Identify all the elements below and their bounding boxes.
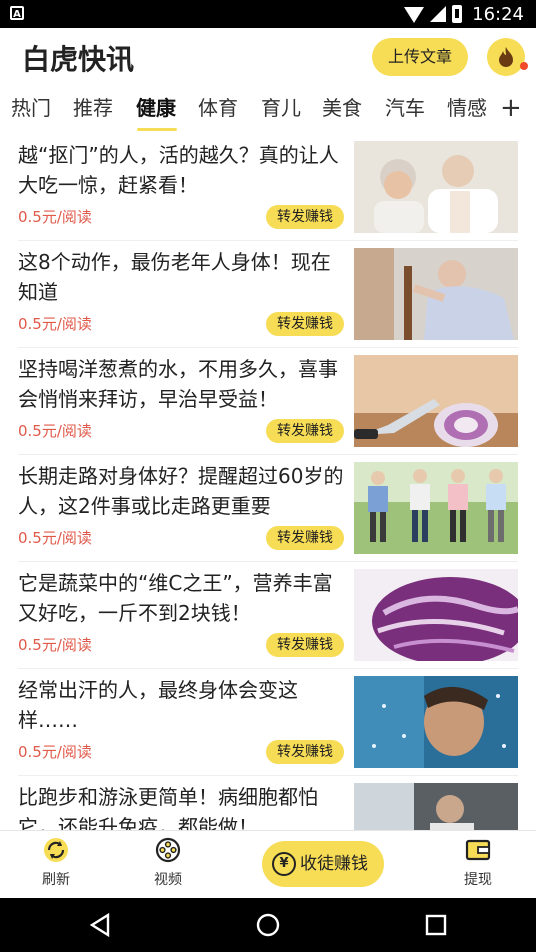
nav-video-label: 视频 [154,872,182,888]
notification-dot [520,62,528,70]
article-title[interactable]: 经常出汗的人，最终身体会变这样…… [18,675,344,735]
status-bar: A 16:24 [0,0,536,28]
nav-refresh-label: 刷新 [42,872,70,888]
fire-button[interactable] [487,38,525,76]
upload-article-button[interactable]: 上传文章 [372,38,468,76]
battery-icon [452,5,463,23]
yen-icon: ¥ [272,852,296,876]
nav-withdraw-label: 提现 [464,872,492,888]
share-earn-button[interactable]: 转发赚钱 [266,740,344,764]
add-tab-button[interactable]: + [500,90,522,126]
wallet-icon [465,839,491,861]
tab-sports[interactable]: 体育 [198,90,238,126]
article-title[interactable]: 坚持喝洋葱煮的水，不用多久，喜事会悄悄来拜访，早治早受益！ [18,354,344,414]
article-item[interactable]: 坚持喝洋葱煮的水，不用多久，喜事会悄悄来拜访，早治早受益！ 0.5元/阅读 转发… [0,348,536,455]
article-thumbnail[interactable] [354,783,518,830]
article-title[interactable]: 越“抠门”的人，活的越久？真的让人大吃一惊，赶紧看！ [18,140,344,200]
tab-hot[interactable]: 热门 [11,90,51,126]
category-tabs: 热门 推荐 健康 体育 育儿 美食 汽车 情感 + [0,90,536,132]
article-item[interactable]: 越“抠门”的人，活的越久？真的让人大吃一惊，赶紧看！ 0.5元/阅读 转发赚钱 [0,134,536,241]
tab-health[interactable]: 健康 [136,90,176,126]
article-item[interactable]: 长期走路对身体好？提醒超过60岁的人，这2件事或比走路更重要 0.5元/阅读 转… [0,455,536,562]
article-thumbnail[interactable] [354,355,518,447]
article-price: 0.5元/阅读 [18,529,92,547]
wifi-icon [404,7,425,23]
article-thumbnail[interactable] [354,141,518,233]
notification-a-icon: A [10,6,24,20]
article-item[interactable]: 经常出汗的人，最终身体会变这样…… 0.5元/阅读 转发赚钱 [0,669,536,776]
article-thumbnail[interactable] [354,676,518,768]
article-title[interactable]: 比跑步和游泳更简单！病细胞都怕它，还能升免疫，都能做！ [18,782,344,830]
article-title[interactable]: 它是蔬菜中的“维C之王”，营养丰富又好吃，一斤不到2块钱！ [18,568,344,628]
article-price: 0.5元/阅读 [18,636,92,654]
system-nav-bar [0,898,536,952]
status-time: 16:24 [472,3,524,25]
article-thumbnail[interactable] [354,462,518,554]
article-thumbnail[interactable] [354,248,518,340]
article-title[interactable]: 这8个动作，最伤老年人身体！现在知道 [18,247,344,307]
nav-refresh[interactable]: 刷新 [26,837,86,889]
recruit-earn-button[interactable]: ¥ 收徒赚钱 [262,841,384,887]
film-reel-icon [155,837,181,863]
signal-icon [430,6,447,22]
tab-parenting[interactable]: 育儿 [261,90,301,126]
tab-recommend[interactable]: 推荐 [73,90,113,126]
tab-auto[interactable]: 汽车 [385,90,425,126]
article-item[interactable]: 这8个动作，最伤老年人身体！现在知道 0.5元/阅读 转发赚钱 [0,241,536,348]
article-thumbnail[interactable] [354,569,518,661]
bottom-nav: 刷新 视频 ¥ 收徒赚钱 提现 [0,830,536,899]
share-earn-button[interactable]: 转发赚钱 [266,312,344,336]
share-earn-button[interactable]: 转发赚钱 [266,526,344,550]
nav-withdraw[interactable]: 提现 [448,837,508,889]
article-item[interactable]: 它是蔬菜中的“维C之王”，营养丰富又好吃，一斤不到2块钱！ 0.5元/阅读 转发… [0,562,536,669]
home-icon[interactable] [256,912,280,938]
recent-apps-icon[interactable] [424,913,448,937]
nav-video[interactable]: 视频 [138,837,198,889]
article-price: 0.5元/阅读 [18,208,92,226]
tab-emotion[interactable]: 情感 [447,90,487,126]
app-header: 白虎快讯 上传文章 [0,28,536,88]
refresh-icon [44,838,68,862]
app-title: 白虎快讯 [22,43,135,76]
article-price: 0.5元/阅读 [18,315,92,333]
article-feed[interactable]: 越“抠门”的人，活的越久？真的让人大吃一惊，赶紧看！ 0.5元/阅读 转发赚钱 … [0,134,536,830]
active-tab-indicator [137,128,177,131]
article-item[interactable]: 比跑步和游泳更简单！病细胞都怕它，还能升免疫，都能做！ [0,776,536,830]
recruit-earn-label: 收徒赚钱 [300,854,368,874]
share-earn-button[interactable]: 转发赚钱 [266,633,344,657]
share-earn-button[interactable]: 转发赚钱 [266,205,344,229]
back-icon[interactable] [88,912,112,938]
article-price: 0.5元/阅读 [18,743,92,761]
article-price: 0.5元/阅读 [18,422,92,440]
share-earn-button[interactable]: 转发赚钱 [266,419,344,443]
article-title[interactable]: 长期走路对身体好？提醒超过60岁的人，这2件事或比走路更重要 [18,461,344,521]
fire-icon [499,47,513,67]
tab-food[interactable]: 美食 [322,90,362,126]
